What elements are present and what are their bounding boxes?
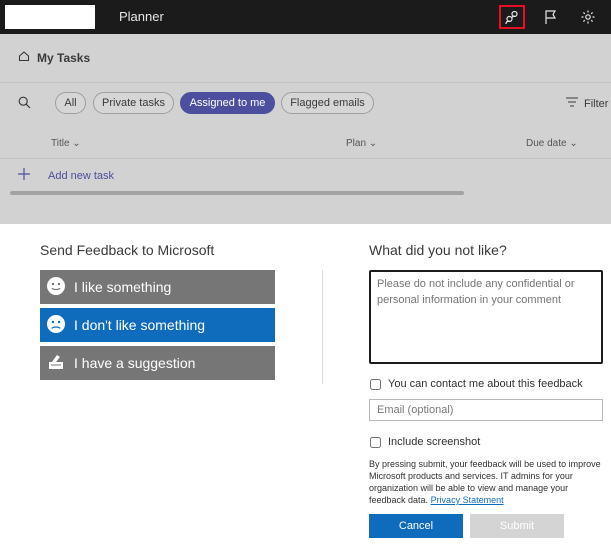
column-title[interactable]: Title ⌄ [51,138,81,149]
screenshot-checkbox-input[interactable] [370,436,381,448]
frown-icon [46,314,66,337]
comment-textarea[interactable] [369,270,603,364]
org-logo [5,5,95,29]
divider [0,82,611,83]
filter-label: Filter [584,97,609,110]
filter-button[interactable]: Filter [566,97,608,110]
column-due-date[interactable]: Due date ⌄ [526,138,578,149]
home-icon [18,50,30,65]
add-task-button[interactable]: Add new task [18,168,114,183]
like-something-button[interactable]: I like something [40,270,275,304]
disclaimer-text: By pressing submit, your feedback will b… [369,459,601,505]
horizontal-scrollbar[interactable] [10,191,464,195]
suggestion-icon [46,352,66,375]
dont-like-something-button[interactable]: I don't like something [40,308,275,342]
divider [322,270,323,384]
flag-icon[interactable] [538,5,564,29]
filter-pill-flagged[interactable]: Flagged emails [281,92,374,114]
contact-label: You can contact me about this feedback [388,378,583,390]
page-title: My Tasks [37,50,91,65]
plus-icon [18,168,30,183]
search-icon[interactable] [18,96,31,114]
filter-pill-assigned[interactable]: Assigned to me [180,92,275,114]
app-title: Planner [119,9,164,24]
privacy-link[interactable]: Privacy Statement [431,495,504,505]
settings-icon[interactable] [575,5,601,29]
question-title: What did you not like? [369,242,507,258]
feedback-icon[interactable] [499,5,525,29]
filter-pill-private[interactable]: Private tasks [93,92,174,114]
option-label: I like something [74,279,172,295]
filter-pill-all[interactable]: All [55,92,86,114]
suggestion-button[interactable]: I have a suggestion [40,346,275,380]
contact-checkbox-input[interactable] [370,378,381,390]
submit-button[interactable]: Submit [470,514,564,538]
page-header: My Tasks [18,50,90,65]
cancel-button[interactable]: Cancel [369,514,463,538]
screenshot-checkbox[interactable]: Include screenshot [370,436,480,448]
dialog-title: Send Feedback to Microsoft [40,242,215,258]
screenshot-label: Include screenshot [388,436,481,448]
column-plan[interactable]: Plan ⌄ [346,138,377,149]
add-task-label: Add new task [48,169,115,182]
email-field[interactable] [369,399,603,421]
option-label: I have a suggestion [74,355,196,371]
filter-icon [566,97,578,110]
contact-checkbox[interactable]: You can contact me about this feedback [370,378,583,390]
smile-icon [46,276,66,299]
top-bar: Planner [0,0,611,34]
divider [0,158,611,159]
dimmed-background [0,34,611,224]
option-label: I don't like something [74,317,206,333]
